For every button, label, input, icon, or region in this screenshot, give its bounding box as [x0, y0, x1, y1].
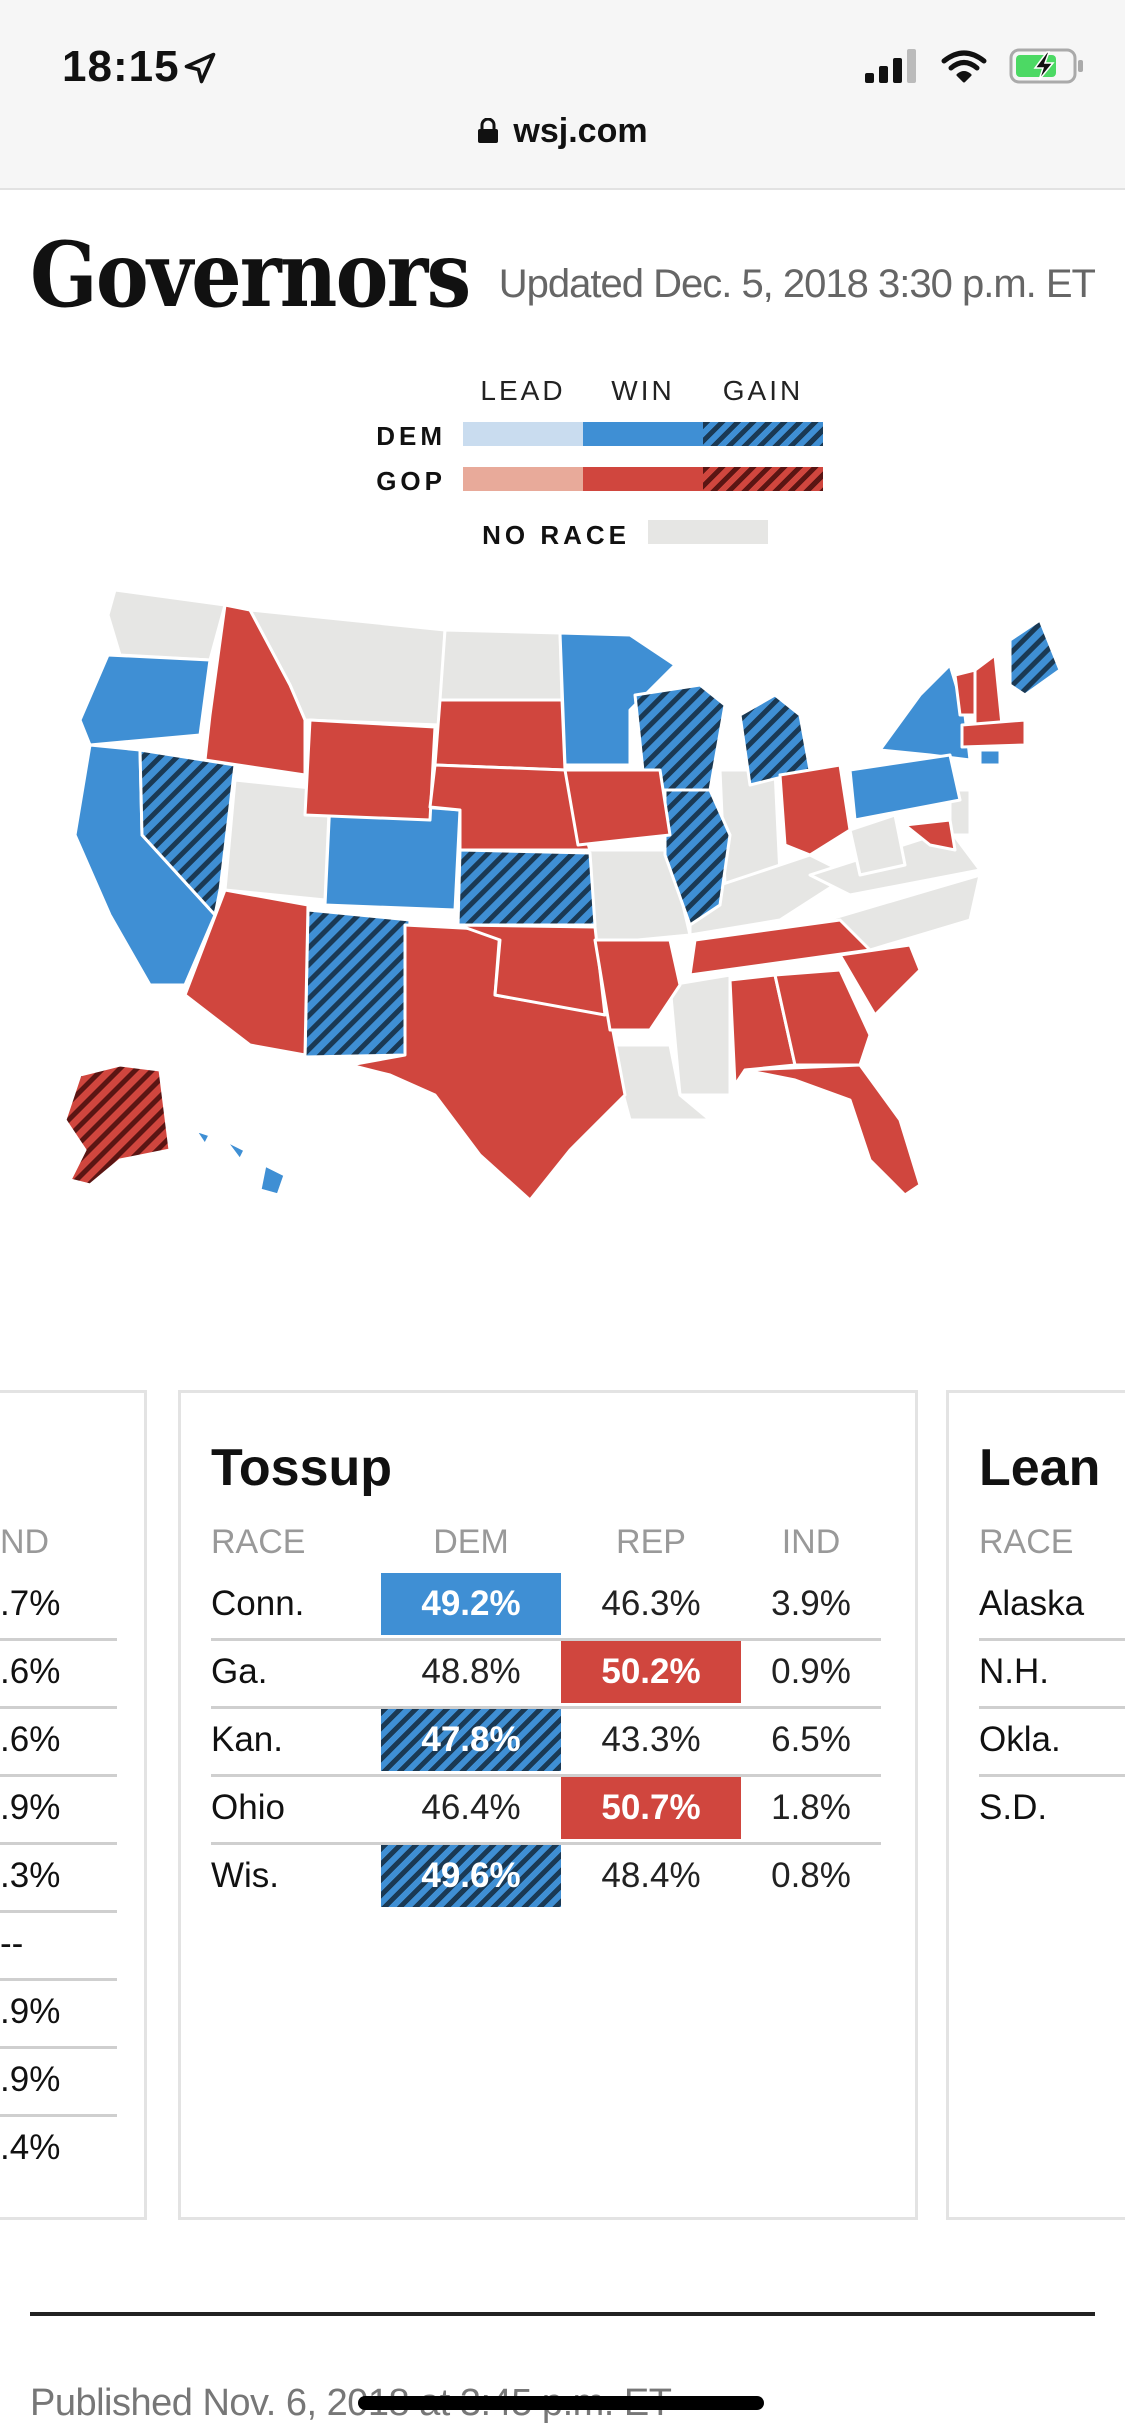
race-name[interactable]: Wis. — [211, 1845, 381, 1907]
state-florida — [743, 1063, 922, 1197]
legend-gop-gain-swatch — [703, 467, 823, 491]
card-partial-right: Lean RACE Alaska N.H. Okla. S.D. — [946, 1390, 1125, 2220]
legend-col-gain: GAIN — [722, 375, 804, 406]
state-alaska — [63, 1063, 172, 1187]
dem-pct: 46.4% — [421, 1788, 521, 1827]
legend-dem-lead-swatch — [463, 422, 583, 446]
state-new-hampshire — [973, 653, 1004, 727]
dem-pct: 47.8% — [381, 1709, 561, 1771]
legend-row-gop: GOP — [376, 466, 446, 496]
lean-race-name[interactable]: Okla. — [979, 1709, 1125, 1771]
rep-pct: 50.2% — [561, 1641, 741, 1703]
dem-pct: 49.6% — [381, 1845, 561, 1907]
legend-gop-win-swatch — [583, 467, 703, 491]
header-dem: DEM — [433, 1523, 509, 1561]
state-iowa — [563, 768, 672, 847]
ind-pct: 3.9% — [771, 1584, 851, 1623]
legend-col-win: WIN — [611, 375, 675, 406]
state-south-dakota — [433, 698, 567, 772]
dem-pct: 49.2% — [381, 1573, 561, 1635]
state-mississippi — [668, 973, 732, 1097]
lean-race-name[interactable]: N.H. — [979, 1641, 1125, 1703]
state-arkansas — [593, 938, 682, 1032]
rep-pct: 48.4% — [601, 1856, 701, 1895]
ind-pct: 1.8% — [771, 1788, 851, 1827]
lean-race-name[interactable]: Alaska — [979, 1573, 1125, 1635]
legend-no-race-swatch — [648, 520, 768, 544]
home-indicator[interactable] — [358, 2396, 764, 2410]
updated-timestamp: Updated Dec. 5, 2018 3:30 p.m. ET — [498, 262, 1096, 306]
ind-pct: 0.9% — [771, 1652, 851, 1691]
state-hawaii — [193, 1128, 287, 1197]
card-partial-left: ND .7% .6% .6% .9% .3% -- .9% .9% .4% — [0, 1390, 147, 2220]
legend-dem-gain-swatch — [703, 422, 823, 446]
ind-pct: 6.5% — [771, 1720, 851, 1759]
header-race: RACE — [211, 1523, 306, 1561]
header-ind: IND — [781, 1523, 841, 1561]
left-value: .9% — [0, 1788, 61, 1827]
left-value: .9% — [0, 1992, 61, 2031]
card-tossup: Tossup RACE DEM REP IND Conn. 49.2% 46.3% 3… — [178, 1390, 918, 2220]
legend-dem-win-swatch — [583, 422, 703, 446]
state-pennsylvania — [848, 753, 962, 822]
state-north-dakota — [438, 628, 564, 702]
race-name[interactable]: Conn. — [211, 1573, 381, 1635]
page-title: Governors — [30, 222, 471, 328]
state-washington — [106, 588, 227, 662]
rep-pct: 46.3% — [601, 1584, 701, 1623]
card-title-tossup: Tossup — [211, 1439, 393, 1497]
wifi-icon — [941, 50, 987, 83]
card-title-lean: Lean — [979, 1439, 1101, 1497]
state-vermont — [953, 668, 977, 717]
state-wyoming — [303, 718, 437, 822]
state-kansas — [456, 848, 597, 927]
signal-icon — [865, 49, 916, 83]
location-arrow-icon — [184, 52, 216, 84]
left-value: .7% — [0, 1584, 61, 1623]
left-col-header: ND — [0, 1523, 50, 1561]
address-bar[interactable]: wsj.com — [0, 112, 1125, 151]
legend-row-dem: DEM — [376, 421, 446, 451]
status-time: 18:15 — [62, 42, 180, 91]
rep-pct: 50.7% — [561, 1777, 741, 1839]
left-value: .4% — [0, 2128, 61, 2167]
left-value: .3% — [0, 1856, 61, 1895]
race-name[interactable]: Ohio — [211, 1777, 381, 1839]
state-maine — [1008, 618, 1062, 697]
dem-pct: 48.8% — [421, 1652, 521, 1691]
legend-col-lead: LEAD — [480, 375, 566, 406]
status-bar: 18:15 wsj.com — [0, 0, 1125, 190]
url-text: wsj.com — [513, 112, 648, 150]
map-legend: LEAD WIN GAIN DEM GOP NO RACE — [0, 375, 1125, 555]
legend-no-race-label: NO RACE — [482, 520, 630, 550]
legend-gop-lead-swatch — [463, 467, 583, 491]
left-value: .6% — [0, 1652, 61, 1691]
state-ohio — [778, 763, 852, 857]
ind-pct: 0.8% — [771, 1856, 851, 1895]
state-massachusetts — [960, 718, 1027, 749]
rep-pct: 43.3% — [601, 1720, 701, 1759]
left-value: .9% — [0, 2060, 61, 2099]
lock-icon — [478, 118, 499, 143]
section-divider — [30, 2312, 1095, 2316]
battery-charging-icon — [1009, 48, 1083, 84]
race-name[interactable]: Ga. — [211, 1641, 381, 1703]
left-value: .6% — [0, 1720, 61, 1759]
right-col-header: RACE — [979, 1523, 1074, 1561]
state-rhode-island — [978, 748, 1002, 767]
state-west-virginia — [848, 813, 907, 877]
left-value: -- — [0, 1924, 24, 1963]
state-new-mexico — [303, 908, 412, 1059]
race-name[interactable]: Kan. — [211, 1709, 381, 1771]
lean-race-name[interactable]: S.D. — [979, 1777, 1125, 1839]
header-rep: REP — [616, 1523, 686, 1561]
us-governors-map — [63, 588, 1062, 1202]
state-oregon — [78, 653, 212, 747]
